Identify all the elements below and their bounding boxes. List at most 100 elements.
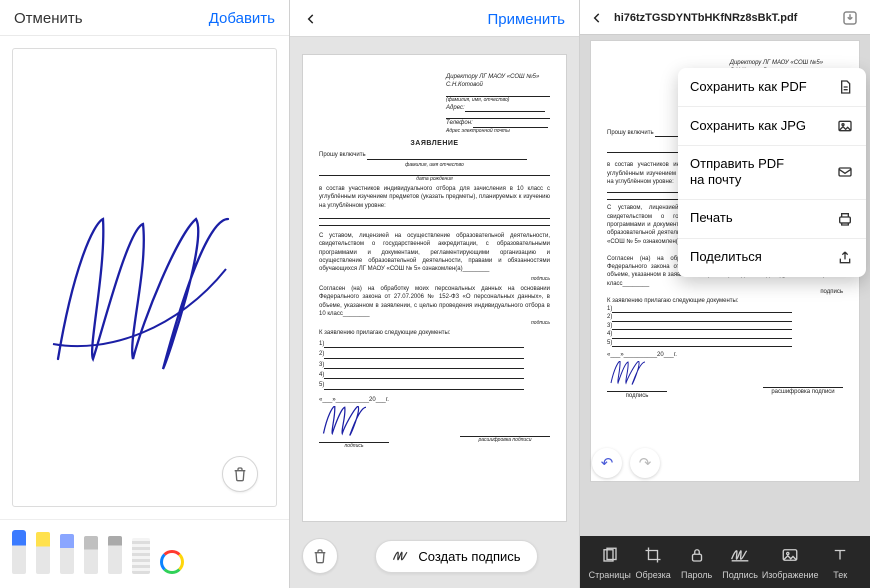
- mail-icon: [836, 163, 854, 181]
- pages-icon: [599, 544, 621, 566]
- menu-save-jpg[interactable]: Сохранить как JPG: [678, 107, 866, 146]
- export-header: hi76tzTGSDYNTbHKfNRz8sBkT.pdf: [580, 0, 870, 34]
- d3-date: «___»__________20___г.: [607, 351, 843, 359]
- menu-label: Сохранить как PDF: [690, 79, 828, 95]
- date-row: «___»__________20___г.: [319, 396, 550, 404]
- menu-print[interactable]: Печать: [678, 200, 866, 239]
- tab-signature[interactable]: Подпись: [718, 544, 761, 580]
- clear-signature-button[interactable]: [222, 456, 258, 492]
- doc-body3: Согласен (на) на обработку моих персонал…: [319, 285, 550, 319]
- doc-body1: в состав участников индивидуального отбо…: [319, 185, 550, 210]
- tab-label: Подпись: [722, 570, 758, 580]
- trash-icon: [232, 466, 248, 482]
- d3-apps: К заявлению прилагаю следующие документы…: [607, 297, 843, 305]
- placed-signature[interactable]: [319, 406, 373, 436]
- placed-signature: [607, 361, 651, 385]
- menu-send-email[interactable]: Отправить PDF на почту: [678, 146, 866, 200]
- export-button[interactable]: [840, 8, 860, 28]
- d3-s2: подпись: [607, 288, 843, 296]
- sign-small2: подпись: [319, 320, 550, 327]
- sign-small1: подпись: [319, 276, 550, 283]
- apply-button[interactable]: Применить: [487, 11, 565, 28]
- menu-label: Сохранить как JPG: [690, 118, 828, 134]
- preview-header: Применить: [290, 0, 579, 36]
- cutter-tool[interactable]: [108, 536, 122, 574]
- crop-icon: [642, 544, 664, 566]
- create-signature-button[interactable]: Создать подпись: [375, 540, 537, 573]
- trash-icon: [312, 548, 328, 564]
- doc-header-to: Директору ЛГ МАОУ «СОШ №5»: [446, 73, 550, 81]
- sig-label: подпись: [319, 443, 389, 450]
- marker-tool[interactable]: [36, 532, 50, 574]
- doc-header-name: С.Н.Котовой: [446, 81, 550, 89]
- tab-label: Пароль: [681, 570, 712, 580]
- d3-dl: расшифровка подписи: [763, 388, 843, 396]
- eraser-tool[interactable]: [84, 536, 98, 574]
- tab-image[interactable]: Изображение: [762, 544, 819, 580]
- menu-label: Поделиться: [690, 249, 828, 265]
- tab-password[interactable]: Пароль: [675, 544, 718, 580]
- doc-body2: С уставом, лицензией на осуществление об…: [319, 232, 550, 274]
- image-icon: [836, 117, 854, 135]
- document-preview-pane: Применить Директору ЛГ МАОУ «СОШ №5» С.Н…: [290, 0, 580, 588]
- pen-tool[interactable]: [12, 530, 26, 574]
- fio-hint: (фамилия, имя, отчество): [446, 97, 550, 104]
- signature-icon: [729, 544, 751, 566]
- text-icon: [829, 544, 851, 566]
- email-label: Адрес электронной почты: [446, 128, 550, 135]
- signature-icon: [392, 549, 410, 563]
- pencil-tool[interactable]: [60, 534, 74, 574]
- tab-pages[interactable]: Страницы: [588, 544, 631, 580]
- bottom-toolbar: Страницы Обрезка Пароль Подпись Изображе…: [580, 536, 870, 588]
- lock-icon: [686, 544, 708, 566]
- drawing-tools: [0, 519, 289, 588]
- editor-header: Отменить Добавить: [0, 0, 289, 36]
- export-pane: hi76tzTGSDYNTbHKfNRz8sBkT.pdf Директору …: [580, 0, 870, 588]
- signature-editor-pane: Отменить Добавить: [0, 0, 290, 588]
- create-signature-label: Создать подпись: [418, 549, 520, 564]
- d3-ask: Прошу включить: [607, 130, 654, 136]
- tab-label: Тек: [833, 570, 847, 580]
- document-page[interactable]: Директору ЛГ МАОУ «СОШ №5» С.Н.Котовой (…: [302, 54, 567, 522]
- undo-redo: ↶ ↷: [592, 448, 660, 478]
- delete-signature-button[interactable]: [302, 538, 338, 574]
- decode-label: расшифровка подписи: [460, 437, 550, 444]
- export-body: Директору ЛГ МАОУ «СОШ №5» С.Н.Котовой (…: [580, 34, 870, 536]
- filename: hi76tzTGSDYNTbHKfNRz8sBkT.pdf: [614, 12, 830, 24]
- image-icon: [779, 544, 801, 566]
- square-arrow-down-icon: [841, 9, 859, 27]
- d3-sl: подпись: [607, 392, 667, 400]
- doc-title: ЗАЯВЛЕНИЕ: [319, 139, 550, 149]
- cancel-button[interactable]: Отменить: [14, 10, 83, 27]
- signature-stroke: [48, 209, 248, 379]
- chevron-left-icon: [304, 10, 318, 28]
- addr-label: Адрес:: [446, 105, 465, 111]
- doc-icon: [836, 78, 854, 96]
- add-button[interactable]: Добавить: [209, 10, 275, 27]
- menu-save-pdf[interactable]: Сохранить как PDF: [678, 68, 866, 107]
- tel-label: Телефон:: [446, 120, 473, 126]
- tab-text[interactable]: Тек: [819, 544, 862, 580]
- dob: дата рождения: [319, 176, 550, 183]
- ruler-tool[interactable]: [132, 538, 150, 574]
- tab-label: Обрезка: [636, 570, 671, 580]
- d3-to: Директору ЛГ МАОУ «СОШ №5»: [730, 59, 843, 67]
- signature-canvas[interactable]: [12, 48, 277, 507]
- menu-label: Печать: [690, 210, 828, 226]
- back-button[interactable]: [304, 10, 318, 28]
- export-menu: Сохранить как PDF Сохранить как JPG Отпр…: [678, 68, 866, 277]
- print-icon: [836, 210, 854, 228]
- tab-label: Страницы: [589, 570, 631, 580]
- preview-footer: Создать подпись: [290, 528, 579, 588]
- menu-share[interactable]: Поделиться: [678, 239, 866, 277]
- redo-button[interactable]: ↷: [630, 448, 660, 478]
- tab-crop[interactable]: Обрезка: [631, 544, 674, 580]
- back-button[interactable]: [590, 9, 604, 27]
- apps: К заявлению прилагаю следующие документы…: [319, 329, 550, 337]
- doc-ask: Прошу включить: [319, 152, 366, 158]
- undo-button[interactable]: ↶: [592, 448, 622, 478]
- fio-line: фамилия, имя отчество: [319, 162, 550, 169]
- tab-label: Изображение: [762, 570, 819, 580]
- color-picker[interactable]: [160, 550, 184, 574]
- chevron-left-icon: [590, 9, 604, 27]
